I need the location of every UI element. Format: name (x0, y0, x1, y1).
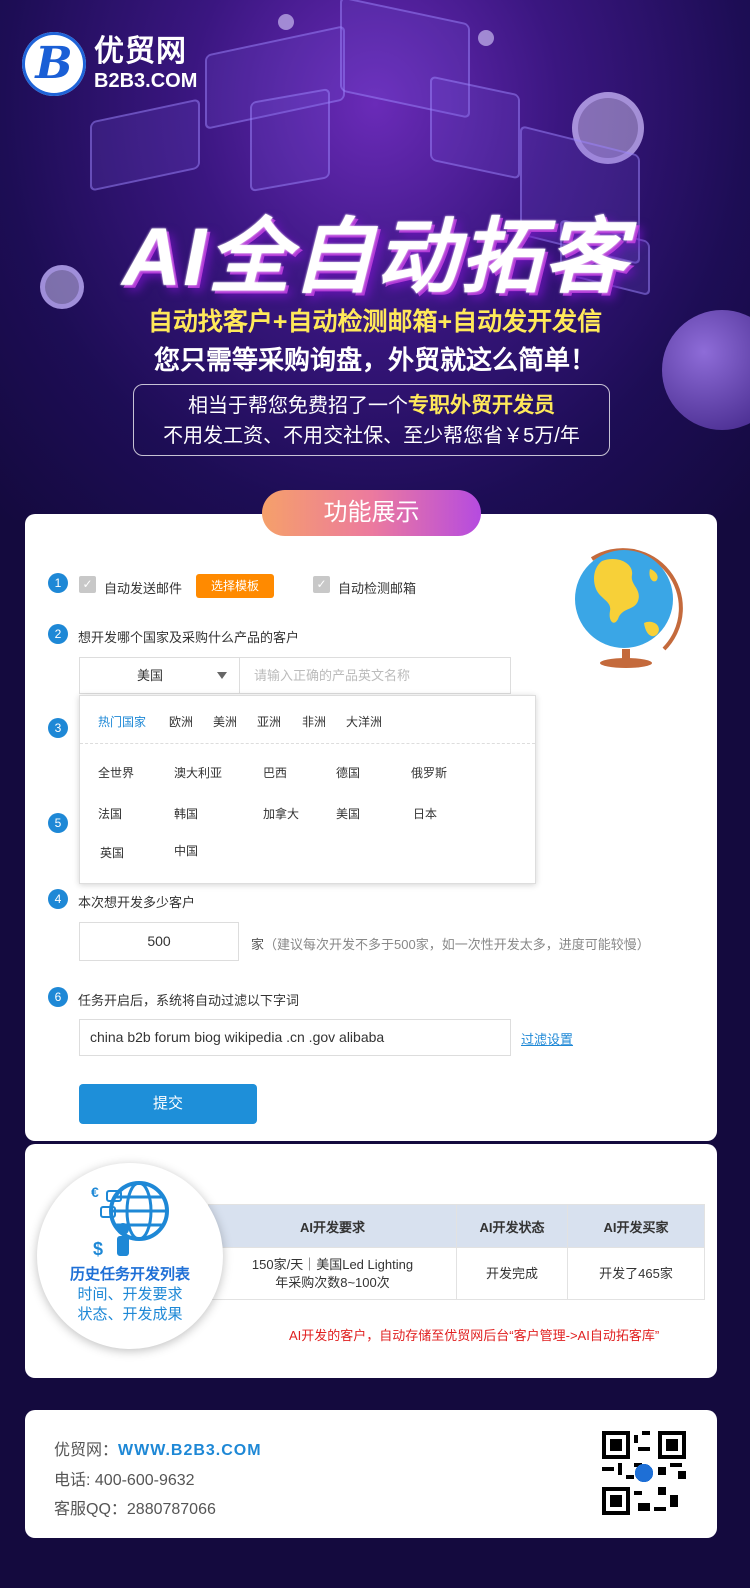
country-option[interactable]: 韩国 (174, 805, 198, 822)
submit-button[interactable]: 提交 (79, 1084, 257, 1124)
globe-people-icon: € $ (91, 1181, 169, 1259)
tab-europe[interactable]: 欧洲 (169, 713, 193, 730)
hero-subtitle-slogan: 您只需等采购询盘，外贸就这么简单！ (153, 345, 596, 375)
tab-africa[interactable]: 非洲 (302, 713, 326, 730)
col-buyers: AI开发买家 (567, 1204, 705, 1248)
col-status: AI开发状态 (456, 1204, 568, 1248)
decor-panel-5 (90, 98, 200, 192)
history-badge[interactable]: € $ 历史任务开发列表 时间、开发要求 状态、开发成果 (37, 1163, 223, 1349)
site-label: 优贸网： (54, 1442, 119, 1459)
hero-box-line2: 不用发工资、不用交社保、至少帮您省￥5万/年 (163, 425, 580, 447)
site-url-link[interactable]: WWW.B2B3.COM (118, 1442, 262, 1459)
logo-name-en: B2B3.COM (94, 70, 198, 92)
count-unit: 家 (251, 937, 265, 952)
history-line-time: 时间、开发要求 (77, 1286, 183, 1303)
auto-check-label: 自动检测邮箱 (338, 581, 417, 596)
table-header-row: AI开发要求 AI开发状态 AI开发买家 (208, 1204, 705, 1248)
filter-settings-link[interactable]: 过滤设置 (521, 1029, 573, 1048)
hero-value-box: 相当于帮您免费招了一个专职外贸开发员 不用发工资、不用交社保、至少帮您省￥5万/… (133, 384, 610, 456)
hero-banner: B 优贸网 B2B3.COM AI全自动拓客 自动找客户+自动检测邮箱+自动发开… (0, 0, 750, 520)
count-hint: 家（建议每次开发不多于500家，如一次性开发太多，进度可能较慢） (251, 934, 650, 953)
svg-text:€: € (91, 1184, 99, 1200)
decor-dot-2 (478, 30, 494, 46)
auto-check-checkbox[interactable]: ✓ (313, 576, 330, 593)
svg-text:$: $ (93, 1239, 103, 1259)
site-line: 优贸网：WWW.B2B3.COM (54, 1436, 262, 1460)
col-requirement: AI开发要求 (208, 1204, 457, 1248)
country-select[interactable]: 美国 (79, 657, 240, 694)
step-number-2: 2 (48, 624, 68, 644)
globe-icon (575, 548, 683, 668)
cell-requirement: 150家/天｜美国Led Lighting 年采购次数8~100次 (208, 1247, 457, 1300)
logo-b-icon: B (22, 32, 86, 96)
country-option[interactable]: 中国 (174, 842, 198, 859)
table-row[interactable]: 150家/天｜美国Led Lighting 年采购次数8~100次 开发完成 开发… (208, 1247, 705, 1300)
step-number-6: 6 (48, 987, 68, 1007)
qq-text: 客服QQ：2880787066 (54, 1501, 216, 1518)
country-option[interactable]: 法国 (98, 805, 122, 822)
country-option[interactable]: 德国 (336, 764, 360, 781)
country-option[interactable]: 加拿大 (263, 805, 299, 822)
logo-name-cn: 优贸网 (94, 35, 187, 68)
decor-panel-4 (430, 75, 520, 180)
filter-words-input[interactable]: china b2b forum biog wikipedia .cn .gov … (79, 1019, 511, 1056)
country-option[interactable]: 巴西 (263, 764, 287, 781)
qr-code-icon (602, 1431, 686, 1515)
history-title: 历史任务开发列表 (69, 1266, 190, 1283)
hero-box-prefix: 相当于帮您免费招了一个 (188, 395, 408, 417)
decor-panel-3 (250, 87, 330, 193)
brand-logo[interactable]: B 优贸网 B2B3.COM (22, 32, 197, 96)
storage-note: AI开发的客户，自动存储至优贸网后台“客户管理->AI自动拓客库” (289, 1328, 660, 1343)
step4-label: 本次想开发多少客户 (78, 895, 196, 910)
cell-status: 开发完成 (456, 1247, 568, 1300)
customer-count-input[interactable]: 500 (79, 922, 239, 961)
step-number-4: 4 (48, 889, 68, 909)
country-option[interactable]: 澳大利亚 (174, 764, 222, 781)
step-number-5: 5 (48, 813, 68, 833)
step6-label: 任务开启后，系统将自动过滤以下字词 (78, 993, 300, 1008)
tab-asia[interactable]: 亚洲 (257, 713, 281, 730)
country-option[interactable]: 日本 (413, 805, 437, 822)
count-hint-text: （建议每次开发不多于500家，如一次性开发太多，进度可能较慢） (264, 937, 650, 952)
hero-subtitle-features: 自动找客户+自动检测邮箱+自动发开发信 (147, 308, 603, 336)
auto-send-checkbox[interactable]: ✓ (79, 576, 96, 593)
dropdown-tabs: 热门国家 欧洲 美洲 亚洲 非洲 大洋洲 (80, 696, 535, 744)
tab-hot-countries[interactable]: 热门国家 (98, 713, 146, 730)
country-option[interactable]: 全世界 (98, 764, 134, 781)
step2-label: 想开发哪个国家及采购什么产品的客户 (78, 630, 300, 645)
tab-americas[interactable]: 美洲 (213, 713, 237, 730)
choose-template-button[interactable]: 选择模板 (196, 574, 274, 598)
phone-text: 电话: 400-600-9632 (54, 1472, 195, 1489)
step-number-1: 1 (48, 573, 68, 593)
tab-oceania[interactable]: 大洋洲 (346, 713, 382, 730)
requirement-line1: 150家/天｜美国Led Lighting (251, 1256, 414, 1272)
country-option[interactable]: 俄罗斯 (411, 764, 447, 781)
section-title: 功能展示 (262, 490, 481, 536)
auto-send-label: 自动发送邮件 (104, 581, 183, 596)
step-number-3: 3 (48, 718, 68, 738)
hero-box-highlight: 专职外贸开发员 (408, 394, 555, 417)
country-dropdown: 热门国家 欧洲 美洲 亚洲 非洲 大洋洲 全世界 澳大利亚 巴西 德国 俄罗斯 … (79, 695, 536, 884)
history-line-status: 状态、开发成果 (77, 1306, 183, 1323)
hero-title: AI全自动拓客 (122, 212, 628, 303)
requirement-line2: 年采购次数8~100次 (275, 1274, 390, 1290)
cell-buyers: 开发了465家 (567, 1247, 705, 1300)
country-option[interactable]: 英国 (100, 844, 124, 861)
product-input[interactable]: 请输入正确的产品英文名称 (239, 657, 511, 694)
decor-dot-1 (278, 14, 294, 30)
history-table: AI开发要求 AI开发状态 AI开发买家 150家/天｜美国Led Lighti… (208, 1204, 705, 1300)
chevron-down-icon (217, 672, 227, 679)
country-option[interactable]: 美国 (336, 805, 360, 822)
